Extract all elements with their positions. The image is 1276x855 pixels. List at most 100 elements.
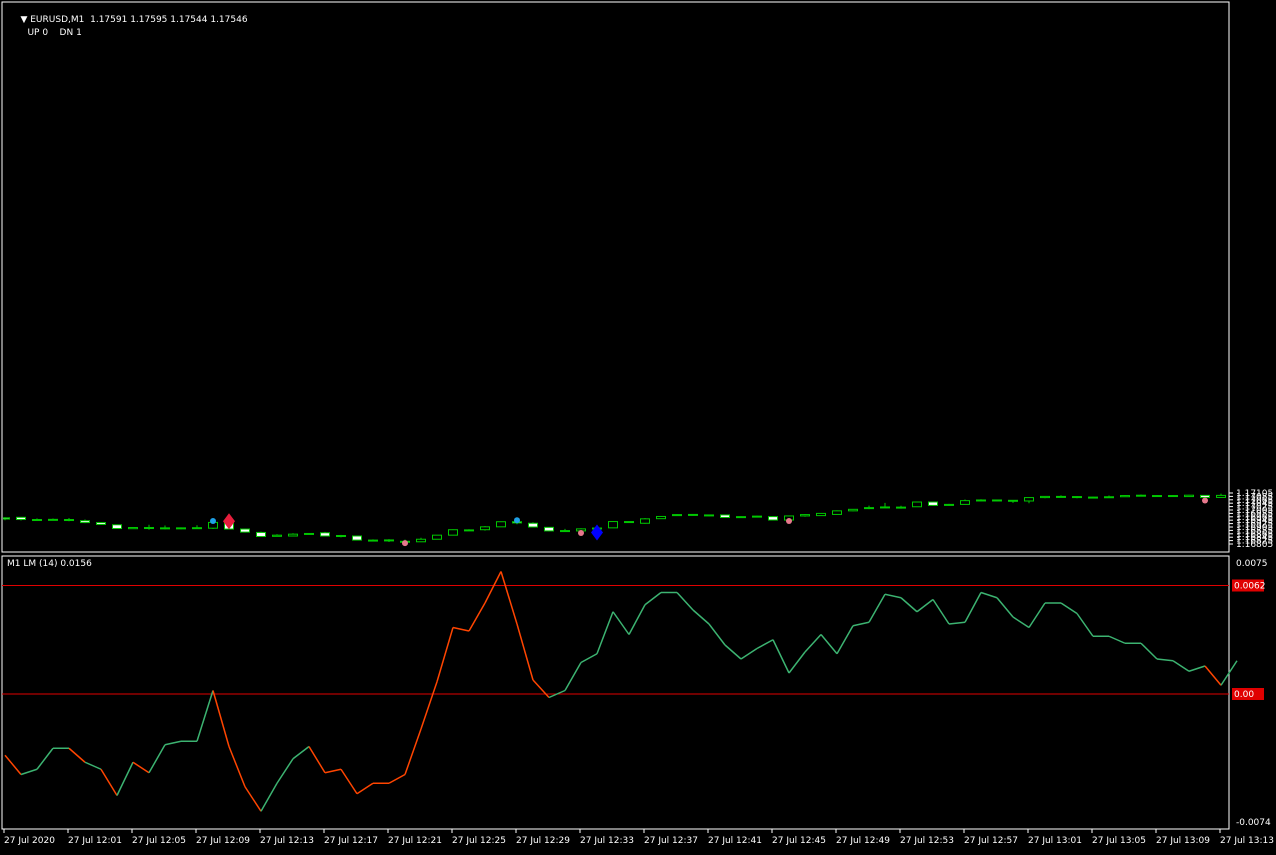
indicator-line-segment — [84, 761, 102, 770]
indicator-line-segment — [1188, 665, 1206, 672]
indicator-line-segment — [916, 598, 934, 613]
candle-body — [416, 538, 426, 543]
candle-body — [1200, 494, 1210, 498]
candle-body — [752, 515, 762, 518]
indicator-line-segment — [740, 647, 758, 660]
candle-body — [560, 530, 570, 533]
indicator-line-segment — [1172, 660, 1190, 672]
indicator-line-segment — [68, 747, 86, 763]
candle-body — [352, 535, 362, 541]
price-pane-frame — [1, 1, 1230, 553]
candles-group — [3, 493, 1226, 543]
indicator-line-segment — [772, 639, 790, 674]
up-dn-counter: UP 0 DN 1 — [16, 18, 82, 48]
candle-body — [1136, 494, 1146, 497]
price-axis-label: 1.16805 — [1236, 540, 1273, 550]
indicator-line-segment — [356, 782, 374, 795]
indicator-line-segment — [1028, 602, 1046, 628]
indicator-line-segment — [36, 747, 54, 770]
time-axis-label: 27 Jul 13:09 — [1156, 836, 1210, 846]
candle-body — [1152, 495, 1162, 498]
candle-body — [96, 522, 106, 525]
indicator-line-segment — [468, 602, 486, 632]
indicator-line-segment — [260, 782, 278, 812]
candle-body — [800, 514, 810, 517]
candle-body — [608, 521, 618, 529]
time-axis-label: 27 Jul 12:17 — [324, 836, 378, 846]
indicator-line-segment — [820, 634, 838, 655]
indicator-line-segment — [948, 621, 966, 625]
candle-body — [656, 515, 666, 520]
indicator-line-segment — [276, 758, 294, 784]
signal-dot-pink — [786, 518, 792, 525]
candle-body — [976, 499, 986, 502]
indicator-line-segment — [1140, 642, 1158, 660]
indicator-axis-label: 0.0075 — [1236, 559, 1268, 569]
indicator-line-segment — [1012, 616, 1030, 629]
indicator-line-segment — [420, 681, 438, 730]
indicator-line-segment — [1156, 658, 1174, 662]
candle-body — [288, 533, 298, 537]
indicator-axis-label: -0.0074 — [1236, 818, 1271, 828]
candle-body — [944, 503, 954, 506]
candle-body — [528, 522, 538, 528]
dn-value: 1 — [76, 28, 82, 38]
time-axis-label: 27 Jul 12:13 — [260, 836, 314, 846]
time-axis-label: 27 Jul 12:33 — [580, 836, 634, 846]
candle-body — [960, 500, 970, 505]
candle-body — [320, 532, 330, 537]
candle-body — [1104, 496, 1114, 499]
indicator-line-segment — [132, 761, 150, 774]
indicator-line-segment — [164, 740, 182, 746]
candle-body — [32, 519, 42, 522]
candle-body — [544, 526, 554, 532]
candle-body — [880, 506, 890, 509]
candle-body — [448, 529, 458, 536]
candle-body — [640, 518, 650, 524]
signal-dot-pink — [402, 540, 408, 547]
indicator-line-segment — [692, 609, 710, 625]
indicator-line-segment — [1076, 613, 1094, 637]
candle-body — [912, 501, 922, 508]
candle-body — [896, 506, 906, 509]
time-axis-label: 27 Jul 12:25 — [452, 836, 506, 846]
candle-body — [384, 539, 394, 542]
up-label: UP — [27, 28, 40, 38]
indicator-line-segment — [500, 571, 518, 625]
candle-body — [368, 539, 378, 542]
candle-body — [160, 527, 170, 530]
time-axis-label: 27 Jul 12:05 — [132, 836, 186, 846]
indicator-line-segment — [996, 597, 1014, 618]
candle-body — [464, 529, 474, 532]
indicator-line-segment — [756, 639, 774, 650]
indicator-line-segment — [436, 627, 454, 682]
indicator-line-segment — [20, 768, 38, 776]
indicator-line-segment — [292, 745, 310, 760]
time-axis-label: 27 Jul 12:49 — [836, 836, 890, 846]
indicator-line-segment — [212, 690, 230, 747]
time-axis-label: 27 Jul 12:21 — [388, 836, 442, 846]
signal-dot-cyan — [210, 518, 216, 525]
indicator-line-segment — [4, 754, 22, 775]
indicator-line-segment — [308, 746, 326, 774]
candle-body — [704, 514, 714, 517]
indicator-line-segment — [228, 746, 246, 788]
indicator-line-segment — [900, 597, 918, 613]
candle-body — [432, 534, 442, 540]
time-axis-label: 27 Jul 12:53 — [900, 836, 954, 846]
indicator-line-segment — [676, 591, 694, 611]
candle-body — [1216, 494, 1226, 498]
candle-body — [48, 518, 58, 521]
indicator-line-segment — [580, 653, 598, 664]
time-axis-label: 27 Jul 12:09 — [196, 836, 250, 846]
chart-window[interactable]: 1.17105 1.17085 1.17065 1.17045 1.17025 1.170… — [0, 0, 1276, 851]
chart-canvas[interactable]: 1.171051.170851.170651.170451.170251.170… — [0, 0, 1276, 851]
indicator-line-segment — [612, 611, 630, 635]
indicator-line-segment — [788, 651, 806, 674]
candle-body — [1120, 495, 1130, 498]
candle-body — [64, 519, 74, 522]
candle-body — [832, 510, 842, 515]
indicator-line-segment — [836, 625, 854, 655]
candle-body — [1184, 494, 1194, 498]
up-value: 0 — [42, 28, 49, 38]
